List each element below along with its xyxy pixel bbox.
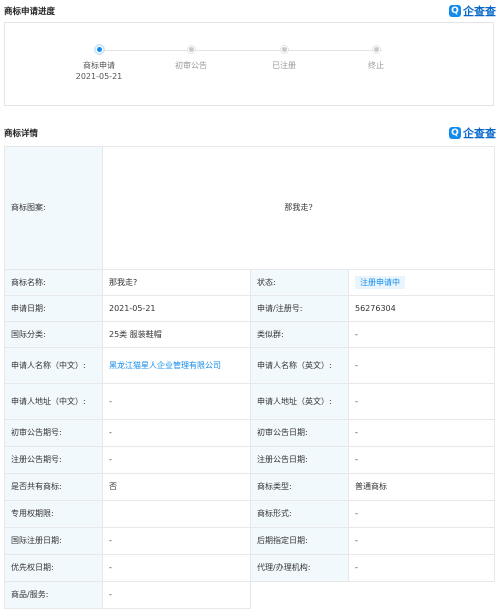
- row-key: 类似群:: [250, 321, 349, 348]
- step-dot: [187, 46, 195, 53]
- table-row: 国际注册日期: - 后期指定日期: -: [4, 527, 495, 555]
- table-row: 商标图案: 那我走?: [4, 146, 495, 270]
- image-label: 商标图案:: [4, 146, 103, 270]
- table-row: 初审公告期号: - 初审公告日期: -: [4, 419, 495, 447]
- table-row: 优先权日期: - 代理/办理机构: -: [4, 554, 495, 582]
- detail-title: 商标详情: [4, 129, 39, 139]
- table-row: 是否共有商标: 否 商标类型: 普通商标: [4, 473, 495, 501]
- row-value: -: [348, 419, 495, 447]
- table-row: 商标名称: 那我走? 状态: 注册申请中: [4, 269, 495, 296]
- table-row: 专用权期限: 商标形式: -: [4, 500, 495, 528]
- row-key: 商标类型:: [250, 473, 349, 501]
- table-row: 申请人地址（中文）: - 申请人地址（英文）: -: [4, 383, 495, 420]
- row-value: -: [348, 383, 495, 420]
- goods-value: -: [102, 581, 251, 609]
- applicant-name-link[interactable]: 黑龙江猫星人企业管理有限公司: [102, 347, 251, 384]
- row-value: 否: [102, 473, 251, 501]
- detail-header: 商标详情 Q 企查查: [4, 125, 496, 141]
- row-key: 是否共有商标:: [4, 473, 103, 501]
- step-label: 初审公告: [175, 61, 207, 70]
- status-label: 状态:: [250, 269, 349, 296]
- step-dot: [372, 46, 380, 53]
- row-key: 申请人地址（中文）:: [4, 383, 103, 420]
- qichacha-logo-text: 企查查: [463, 5, 496, 18]
- row-key: 专用权期限:: [4, 500, 103, 528]
- step-terminated: 终止: [336, 46, 416, 71]
- table-row: 商品/服务: -: [4, 581, 495, 609]
- row-key: 申请人地址（英文）:: [250, 383, 349, 420]
- status-cell: 注册申请中: [348, 269, 495, 296]
- empty-cell: [250, 581, 495, 609]
- row-key: 初审公告日期:: [250, 419, 349, 447]
- row-value: 普通商标: [348, 473, 495, 501]
- step-applied: 商标申请 2021-05-21: [59, 46, 139, 83]
- row-key: 优先权日期:: [4, 554, 103, 582]
- row-key: 申请/注册号:: [250, 295, 349, 322]
- row-key: 商标形式:: [250, 500, 349, 528]
- row-value: -: [348, 347, 495, 384]
- row-key: 初审公告期号:: [4, 419, 103, 447]
- row-value: -: [348, 527, 495, 555]
- row-value: -: [348, 321, 495, 348]
- qichacha-logo-text: 企查查: [463, 127, 496, 140]
- table-row: 申请日期: 2021-05-21 申请/注册号: 56276304: [4, 295, 495, 322]
- qichacha-logo-icon: Q: [449, 5, 461, 17]
- row-key: 注册公告期号:: [4, 446, 103, 474]
- row-value: -: [348, 500, 495, 528]
- row-value: -: [102, 554, 251, 582]
- progress-panel: 商标申请 2021-05-21 初审公告 已注册 终止: [4, 22, 494, 106]
- row-key: 国际分类:: [4, 321, 103, 348]
- row-value: -: [102, 527, 251, 555]
- row-value: -: [348, 554, 495, 582]
- step-label: 已注册: [272, 61, 296, 70]
- row-key: 国际注册日期:: [4, 527, 103, 555]
- qichacha-logo-icon: Q: [449, 127, 461, 139]
- row-value: 56276304: [348, 295, 495, 322]
- table-row: 国际分类: 25类 服装鞋帽 类似群: -: [4, 321, 495, 348]
- row-key: 注册公告日期:: [250, 446, 349, 474]
- row-value: 2021-05-21: [102, 295, 251, 322]
- row-key: 申请人名称（英文）:: [250, 347, 349, 384]
- row-value: [102, 500, 251, 528]
- step-label: 商标申请: [83, 61, 115, 70]
- status-badge: 注册申请中: [355, 276, 405, 289]
- row-value: 25类 服装鞋帽: [102, 321, 251, 348]
- goods-label: 商品/服务:: [4, 581, 103, 609]
- trademark-image: 那我走?: [102, 146, 495, 270]
- row-key: 申请人名称（中文）:: [4, 347, 103, 384]
- step-dot-active: [95, 46, 103, 53]
- row-key: 后期指定日期:: [250, 527, 349, 555]
- step-preliminary: 初审公告: [151, 46, 231, 71]
- row-key: 申请日期:: [4, 295, 103, 322]
- name-label: 商标名称:: [4, 269, 103, 296]
- step-dot: [280, 46, 288, 53]
- row-key: 代理/办理机构:: [250, 554, 349, 582]
- table-row: 申请人名称（中文）: 黑龙江猫星人企业管理有限公司 申请人名称（英文）: -: [4, 347, 495, 384]
- qichacha-logo[interactable]: Q 企查查: [449, 125, 496, 141]
- progress-header: 商标申请进度 Q 企查查: [4, 3, 496, 19]
- progress-title: 商标申请进度: [4, 7, 56, 17]
- trademark-detail-table: 商标图案: 那我走? 商标名称: 那我走? 状态: 注册申请中 申请日期: 20…: [4, 146, 495, 609]
- step-label: 终止: [368, 61, 384, 70]
- applicant-name[interactable]: 黑龙江猫星人企业管理有限公司: [109, 361, 221, 370]
- step-date: 2021-05-21: [75, 72, 123, 81]
- qichacha-logo[interactable]: Q 企查查: [449, 3, 496, 19]
- name-value: 那我走?: [102, 269, 251, 296]
- row-value: -: [102, 419, 251, 447]
- row-value: -: [348, 446, 495, 474]
- step-registered: 已注册: [244, 46, 324, 71]
- table-row: 注册公告期号: - 注册公告日期: -: [4, 446, 495, 474]
- row-value: -: [102, 446, 251, 474]
- row-value: -: [102, 383, 251, 420]
